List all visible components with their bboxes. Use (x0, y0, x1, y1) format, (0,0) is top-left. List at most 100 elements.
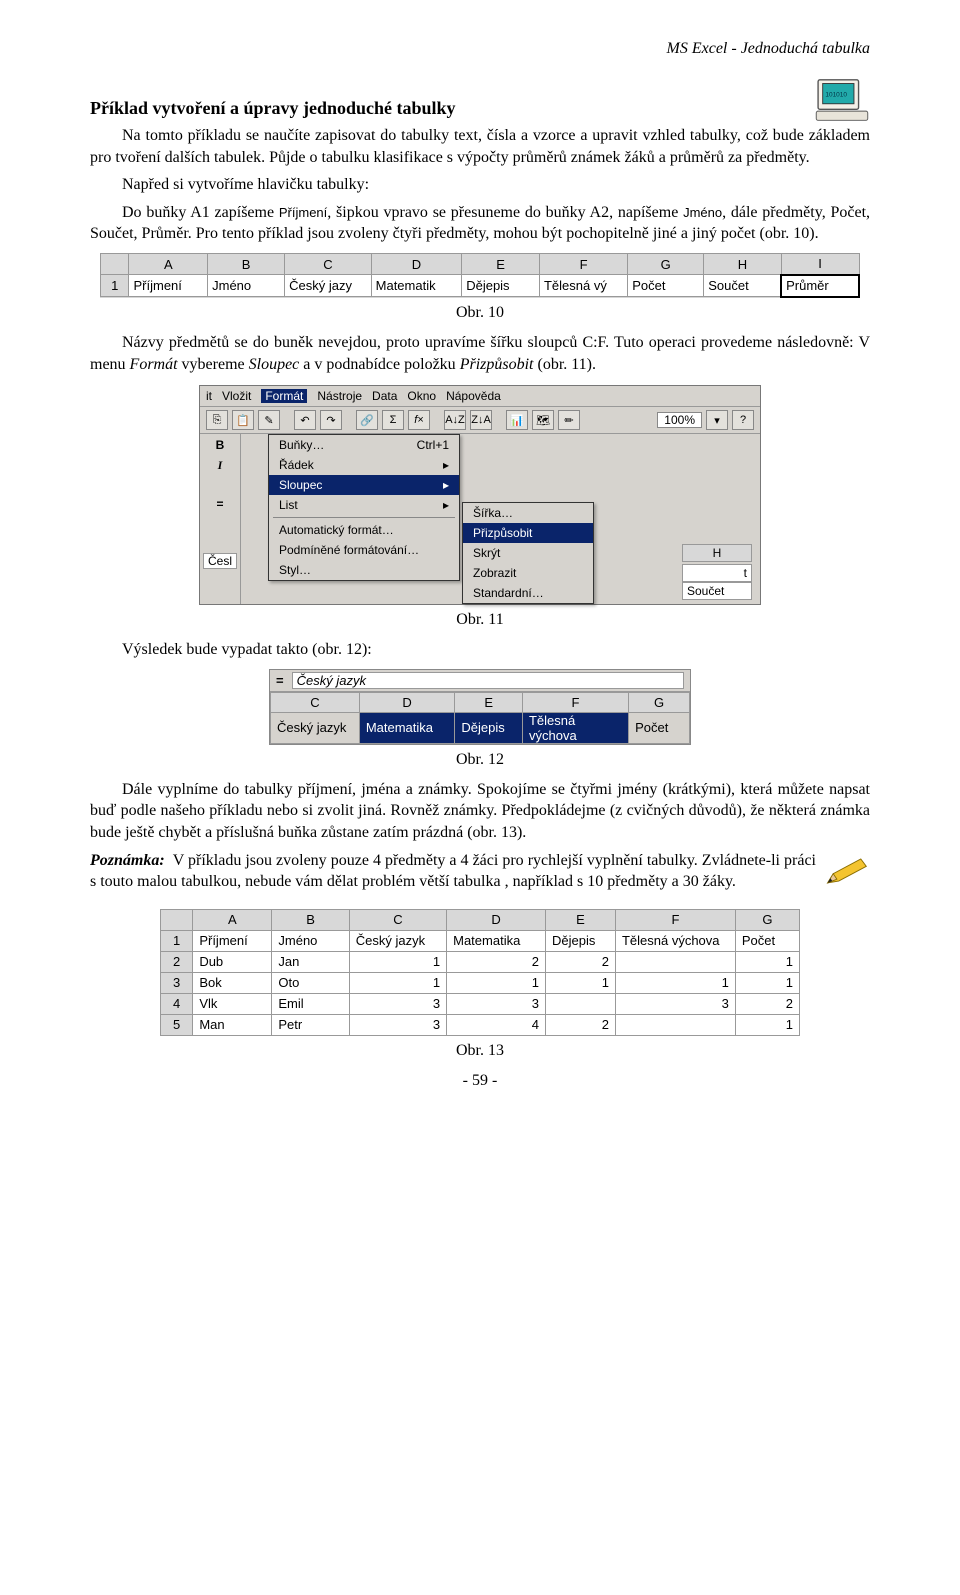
cell: 3 (349, 993, 446, 1014)
copy-icon[interactable]: ⎘ (206, 410, 228, 430)
paragraph-1c: Do buňky A1 zapíšeme Příjmení, šipkou vp… (90, 202, 870, 245)
code-prijmeni: Příjmení (279, 205, 327, 220)
paragraph-3: Výsledek bude vypadat takto (obr. 12): (90, 639, 870, 661)
cell: 1 (735, 951, 799, 972)
col-header: I (781, 253, 859, 275)
col-header: G (628, 253, 704, 275)
sum-icon[interactable]: Σ (382, 410, 404, 430)
cell: Oto (272, 972, 349, 993)
chart-icon[interactable]: 📊 (506, 410, 528, 430)
paragraph-2: Názvy předmětů se do buněk nevejdou, pro… (90, 332, 870, 375)
caption-11: Obr. 11 (90, 611, 870, 629)
menu-item-styl[interactable]: Styl… (269, 560, 459, 580)
menu-name-sloupec: Sloupec (249, 356, 300, 373)
row-header: 1 (161, 930, 193, 951)
cell: Český jazyk (349, 930, 446, 951)
background-cells: H t Součet (682, 544, 752, 600)
formula-bar[interactable]: Český jazyk (292, 672, 684, 689)
menu-item[interactable]: it (206, 389, 212, 403)
menu-item-autoformat[interactable]: Automatický formát… (269, 520, 459, 540)
submenu-sirka[interactable]: Šířka… (463, 503, 593, 523)
document-header: MS Excel - Jednoduchá tabulka (90, 40, 870, 58)
sort-desc-icon[interactable]: Z↓A (470, 410, 492, 430)
menu-item-radek[interactable]: Řádek▸ (269, 455, 459, 475)
menu-item[interactable]: Nápověda (446, 389, 501, 403)
submenu-prizpusobit[interactable]: Přizpůsobit (463, 523, 593, 543)
redo-icon[interactable]: ↷ (320, 410, 342, 430)
svg-text:101010: 101010 (825, 91, 847, 98)
menu-item-list[interactable]: List▸ (269, 495, 459, 515)
toolbar: ⎘ 📋 ✎ ↶ ↷ 🔗 Σ f× A↓Z Z↓A 📊 🗺 ✏ 100% ▾ ? (200, 407, 760, 434)
col-header: F (522, 692, 628, 712)
col-header: A (129, 253, 208, 275)
paste-icon[interactable]: 📋 (232, 410, 254, 430)
col-header: B (208, 253, 285, 275)
cell: Počet (629, 712, 690, 743)
chevron-right-icon: ▸ (443, 498, 449, 512)
computer-icon: 101010 (814, 78, 870, 124)
cell: 4 (447, 1014, 546, 1035)
label: Styl… (279, 563, 311, 577)
section-title: Příklad vytvoření a úpravy jednoduché ta… (90, 98, 870, 119)
cell: Emil (272, 993, 349, 1014)
shortcut: Ctrl+1 (417, 438, 449, 452)
drawing-icon[interactable]: ✏ (558, 410, 580, 430)
undo-icon[interactable]: ↶ (294, 410, 316, 430)
row-header: 2 (161, 951, 193, 972)
menu-item[interactable]: Nástroje (317, 389, 362, 403)
label: Řádek (279, 458, 314, 472)
cell-selected: Průměr (781, 275, 859, 297)
cell: Tělesná vý (539, 275, 627, 297)
zoom-box[interactable]: 100% (657, 412, 702, 428)
col-header: D (447, 909, 546, 930)
brush-icon[interactable]: ✎ (258, 410, 280, 430)
paragraph-1a: Na tomto příkladu se naučíte zapisovat d… (90, 125, 870, 168)
menu-item[interactable]: Data (372, 389, 397, 403)
format-toolbar: B I = Česl (200, 434, 241, 604)
bold-button[interactable]: B (203, 438, 237, 452)
link-icon[interactable]: 🔗 (356, 410, 378, 430)
figure-13-table: A B C D E F G 1 Příjmení Jméno Český jaz… (160, 909, 800, 1036)
cell: t (682, 564, 752, 582)
cell: Dějepis (545, 930, 615, 951)
submenu-skryt[interactable]: Skrýt (463, 543, 593, 563)
menu-item-sloupec[interactable]: Sloupec▸ (269, 475, 459, 495)
menu-item-podm[interactable]: Podmíněné formátování… (269, 540, 459, 560)
help-icon[interactable]: ? (732, 410, 754, 430)
sort-asc-icon[interactable]: A↓Z (444, 410, 466, 430)
submenu-standardni[interactable]: Standardní… (463, 583, 593, 603)
cell-selected: Tělesná výchova (522, 712, 628, 743)
table-row: 2 Dub Jan 1 2 2 1 (161, 951, 800, 972)
cell: Příjmení (129, 275, 208, 297)
equals-icon: = (276, 673, 284, 688)
cell: 1 (447, 972, 546, 993)
cell: 1 (735, 972, 799, 993)
row-header: 1 (101, 275, 129, 297)
cell: Součet (704, 275, 781, 297)
fx-icon[interactable]: f× (408, 410, 430, 430)
menu-item-bunky[interactable]: Buňky… Ctrl+1 (269, 435, 459, 455)
cell-partial: Česl (203, 553, 237, 569)
text: vybereme (178, 356, 249, 373)
menu-item[interactable]: Okno (407, 389, 436, 403)
table-row: 3 Bok Oto 1 1 1 1 1 (161, 972, 800, 993)
cell: Petr (272, 1014, 349, 1035)
menu-item[interactable]: Vložit (222, 389, 251, 403)
cell (615, 951, 735, 972)
caption-10: Obr. 10 (90, 304, 870, 322)
label: Automatický formát… (279, 523, 394, 537)
row-header: 4 (161, 993, 193, 1014)
label: Buňky… (279, 438, 324, 452)
cell: Český jazyk (271, 712, 360, 743)
submenu-zobrazit[interactable]: Zobrazit (463, 563, 593, 583)
cell: 1 (735, 1014, 799, 1035)
chevron-down-icon[interactable]: ▾ (706, 410, 728, 430)
map-icon[interactable]: 🗺 (532, 410, 554, 430)
cell: 3 (615, 993, 735, 1014)
cell: 2 (735, 993, 799, 1014)
cell: Man (193, 1014, 272, 1035)
menu-item-format[interactable]: Formát (261, 389, 307, 403)
text: Do buňky A1 zapíšeme (122, 204, 279, 221)
italic-button[interactable]: I (203, 458, 237, 473)
row-header: 3 (161, 972, 193, 993)
